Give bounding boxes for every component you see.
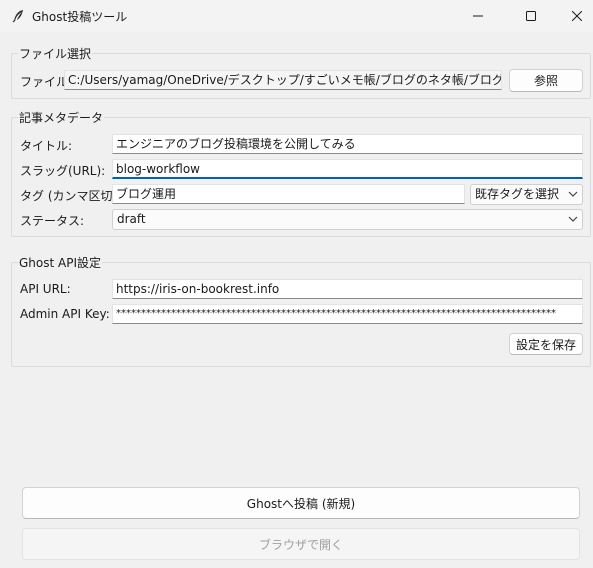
title-input[interactable]: エンジニアのブログ投稿環境を公開してみる <box>112 134 583 154</box>
post-to-ghost-button[interactable]: Ghostへ投稿 (新規) <box>22 487 580 519</box>
slug-label: スラッグ(URL): <box>20 164 106 178</box>
title-label: タイトル: <box>20 139 73 153</box>
title-bar: Ghost投稿ツール <box>0 0 593 32</box>
minimize-icon <box>473 15 483 17</box>
slug-input[interactable]: blog-workflow <box>112 159 583 179</box>
tags-input[interactable]: ブログ運用 <box>112 184 465 204</box>
browse-button[interactable]: 参照 <box>509 69 583 92</box>
maximize-button[interactable] <box>508 0 554 32</box>
maximize-icon <box>526 11 536 21</box>
file-select-label: ファイル選択 <box>18 45 93 62</box>
admin-key-label: Admin API Key: <box>20 307 110 321</box>
chevron-down-icon <box>568 191 578 197</box>
save-settings-button[interactable]: 設定を保存 <box>509 333 583 355</box>
metadata-label: 記事メタデータ <box>18 109 105 126</box>
open-in-browser-button[interactable]: ブラウザで開く <box>22 528 580 560</box>
status-dropdown[interactable]: draft <box>112 209 583 230</box>
status-label: ステータス: <box>20 214 85 228</box>
status-value: draft <box>117 212 146 226</box>
window-title: Ghost投稿ツール <box>32 10 128 24</box>
admin-key-input[interactable]: ****************************************… <box>112 304 583 324</box>
tag-select-dropdown[interactable]: 既存タグを選択 <box>470 184 583 205</box>
minimize-button[interactable] <box>455 0 501 32</box>
api-url-input[interactable]: https://iris-on-bookrest.info <box>112 279 583 299</box>
api-settings-label: Ghost API設定 <box>18 254 103 271</box>
tag-select-value: 既存タグを選択 <box>475 187 560 201</box>
chevron-down-icon <box>568 216 578 222</box>
feather-icon <box>12 10 23 23</box>
api-url-label: API URL: <box>20 282 71 296</box>
file-path-field[interactable]: C:/Users/yamag/OneDrive/デスクトップ/すごいメモ帳/ブロ… <box>64 70 502 90</box>
close-button[interactable] <box>554 0 593 32</box>
close-icon <box>572 11 582 21</box>
